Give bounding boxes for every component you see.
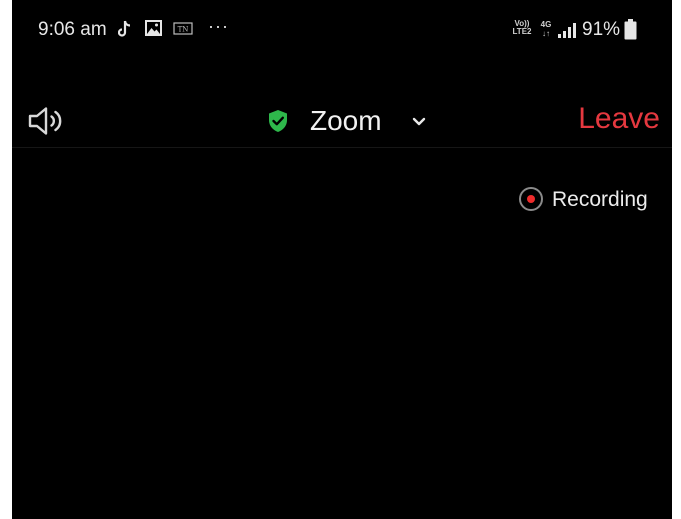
recording-label: Recording xyxy=(552,188,648,211)
tiktok-icon xyxy=(117,20,132,43)
meeting-header: Zoom Leave xyxy=(12,90,672,148)
volte-indicator: Vo)) LTE2 xyxy=(509,20,535,36)
signal-strength-icon xyxy=(557,21,577,44)
battery-percent: 91% xyxy=(582,19,621,40)
shield-check-icon xyxy=(267,109,289,138)
image-icon xyxy=(145,20,162,41)
speaker-icon xyxy=(26,107,70,142)
meeting-title: Zoom xyxy=(310,105,382,136)
tn-icon: TN xyxy=(173,22,193,40)
svg-text:TN: TN xyxy=(178,26,189,34)
network-arrows-label: ↓↑ xyxy=(542,29,550,38)
volte-bottom-label: LTE2 xyxy=(512,27,532,36)
recording-icon xyxy=(519,187,543,211)
leave-button[interactable]: Leave xyxy=(578,102,660,136)
network-type-indicator: 4G ↓↑ xyxy=(538,20,554,38)
header-divider xyxy=(12,147,672,148)
chevron-down-icon xyxy=(412,114,426,132)
network-type-label: 4G xyxy=(540,20,552,29)
recording-dot xyxy=(527,195,535,203)
speaker-button[interactable] xyxy=(26,104,70,138)
status-bar: 9:06 am TN ··· Vo)) LTE2 4G ↓↑ 91% xyxy=(12,0,672,62)
more-notifications-icon: ··· xyxy=(208,16,229,36)
battery-icon xyxy=(624,19,637,45)
status-time: 9:06 am xyxy=(38,19,107,40)
meeting-screen: 9:06 am TN ··· Vo)) LTE2 4G ↓↑ 91% Zoom … xyxy=(12,0,672,519)
